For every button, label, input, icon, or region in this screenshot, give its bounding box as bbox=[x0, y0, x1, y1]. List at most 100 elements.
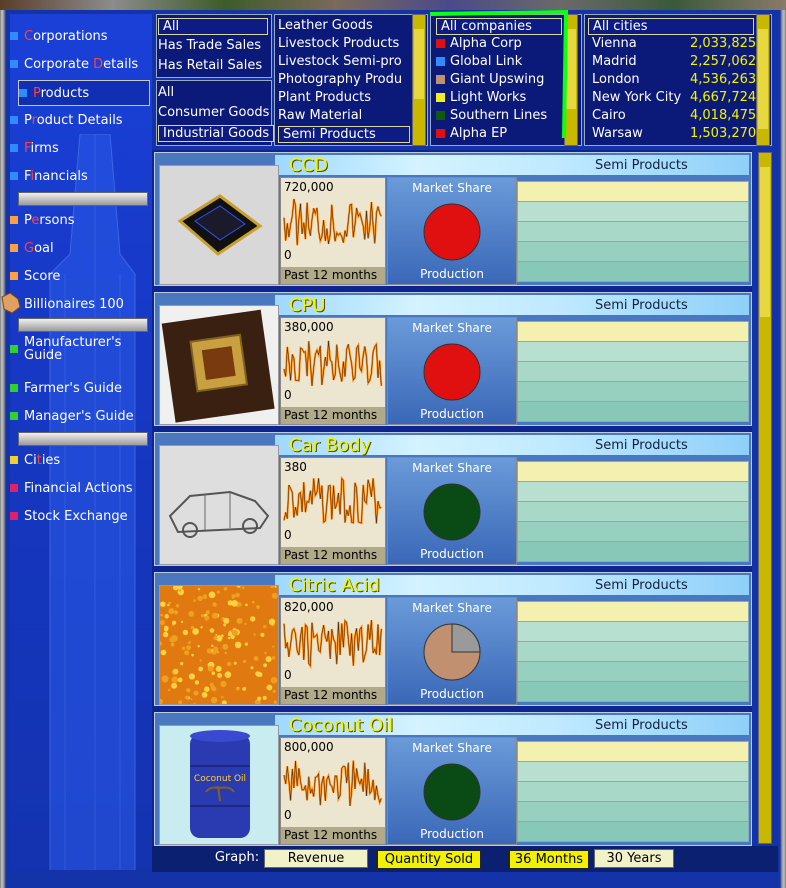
sidebar-item-label: Firms bbox=[24, 140, 59, 156]
product-name[interactable]: CPU bbox=[289, 295, 326, 316]
product-detail-rows bbox=[517, 601, 749, 703]
market-share-pie bbox=[423, 623, 481, 681]
sidebar-item-firms[interactable]: Firms bbox=[10, 136, 146, 160]
quantity-sold-button[interactable]: Quantity Sold bbox=[376, 849, 482, 870]
city-population[interactable]: 4,667,724 bbox=[690, 90, 756, 105]
city-name[interactable]: Madrid bbox=[592, 54, 637, 69]
city-population[interactable]: 4,536,263 bbox=[690, 72, 756, 87]
sidebar-item-label: Corporate Details bbox=[24, 56, 139, 72]
sidebar-item-score[interactable]: Score bbox=[10, 264, 146, 288]
goods-filter-option[interactable]: All bbox=[158, 85, 174, 100]
sidebar-item-label: Product Details bbox=[24, 112, 123, 128]
bullet-icon bbox=[10, 456, 18, 464]
product-image[interactable]: Coconut Oil bbox=[159, 725, 279, 845]
sales-filter-option[interactable]: All bbox=[158, 18, 268, 35]
sidebar-item-financials[interactable]: Financials bbox=[10, 164, 146, 188]
product-category: Semi Products bbox=[595, 718, 688, 733]
category-filter-option[interactable]: Leather Goods bbox=[278, 18, 373, 33]
36-months-button[interactable]: 36 Months bbox=[508, 849, 590, 870]
city-name[interactable]: Warsaw bbox=[592, 126, 643, 141]
production-label: Production bbox=[420, 827, 484, 841]
product-card[interactable]: CCD Semi Products 720,000 0 Past 12 mont… bbox=[154, 152, 752, 286]
city-name[interactable]: New York City bbox=[592, 90, 681, 105]
city-population[interactable]: 2,033,825 bbox=[690, 36, 756, 51]
sidebar-item-financial-actions[interactable]: Financial Actions bbox=[10, 476, 146, 500]
product-card[interactable]: Car Body Semi Products 380 0 Past 12 mon… bbox=[154, 432, 752, 566]
city-name[interactable]: London bbox=[592, 72, 640, 87]
product-name[interactable]: Car Body bbox=[289, 435, 371, 456]
sidebar-item-billionaires-100[interactable]: Billionaires 100 bbox=[10, 292, 146, 316]
sales-chart: 820,000 0 Past 12 months bbox=[280, 597, 386, 705]
bullet-icon bbox=[10, 384, 18, 392]
product-card[interactable]: CPU Semi Products 380,000 0 Past 12 mont… bbox=[154, 292, 752, 426]
product-category: Semi Products bbox=[595, 438, 688, 453]
product-category: Semi Products bbox=[595, 158, 688, 173]
sidebar-item-persons[interactable]: Persons bbox=[10, 208, 146, 232]
product-name[interactable]: Citric Acid bbox=[289, 575, 380, 596]
market-share-label: Market Share bbox=[412, 741, 492, 755]
city-population[interactable]: 2,257,062 bbox=[690, 54, 756, 69]
revenue-button[interactable]: Revenue bbox=[264, 849, 368, 868]
bullet-icon bbox=[10, 345, 18, 353]
product-detail-rows bbox=[517, 321, 749, 423]
city-population[interactable]: 1,503,270 bbox=[690, 126, 756, 141]
green-highlight-annotation bbox=[429, 9, 569, 139]
sidebar-item-farmers-guide[interactable]: Farmer's Guide bbox=[10, 376, 146, 400]
sidebar-item-goal[interactable]: Goal bbox=[10, 236, 146, 260]
sidebar-item-cities[interactable]: Cities bbox=[10, 448, 146, 472]
category-filter-option[interactable]: Raw Material bbox=[278, 108, 362, 123]
30-years-button[interactable]: 30 Years bbox=[594, 849, 674, 868]
product-list-scrollbar[interactable] bbox=[758, 152, 772, 844]
sidebar-item-label: Financial Actions bbox=[24, 480, 133, 496]
product-image[interactable] bbox=[159, 165, 279, 285]
hand-cursor-icon bbox=[1, 292, 21, 314]
graph-options-bar: Graph: Revenue Quantity Sold 36 Months 3… bbox=[152, 846, 778, 872]
product-name[interactable]: Coconut Oil bbox=[289, 715, 393, 736]
market-share-panel: Market Share Production bbox=[387, 317, 517, 425]
goods-filter-option[interactable]: Industrial Goods bbox=[158, 125, 275, 142]
sidebar-item-manufacturers-guide[interactable]: Manufacturer's Guide bbox=[10, 334, 146, 364]
sidebar-item-label: Corporations bbox=[24, 28, 108, 44]
product-image[interactable] bbox=[159, 585, 279, 705]
category-filter-option[interactable]: Semi Products bbox=[278, 126, 410, 143]
product-category: Semi Products bbox=[595, 298, 688, 313]
sidebar-item-corporations[interactable]: Corporations bbox=[10, 24, 146, 48]
sidebar-item-managers-guide[interactable]: Manager's Guide bbox=[10, 404, 146, 428]
sidebar-item-corporate-details[interactable]: Corporate Details bbox=[10, 52, 146, 76]
sidebar-item-products[interactable]: Products bbox=[18, 80, 150, 106]
product-detail-rows bbox=[517, 461, 749, 563]
sidebar-item-label: Score bbox=[24, 268, 61, 284]
market-share-panel: Market Share Production bbox=[387, 177, 517, 285]
sales-chart: 720,000 0 Past 12 months bbox=[280, 177, 386, 285]
city-name[interactable]: Cairo bbox=[592, 108, 626, 123]
sales-filter-option[interactable]: Has Trade Sales bbox=[158, 38, 261, 53]
sidebar-item-stock-exchange[interactable]: Stock Exchange bbox=[10, 504, 146, 528]
car-body-image bbox=[160, 446, 278, 564]
bullet-icon bbox=[19, 89, 27, 97]
sidebar-item-product-details[interactable]: Product Details bbox=[10, 108, 146, 132]
city-scrollbar[interactable] bbox=[756, 14, 770, 146]
sidebar-separator bbox=[18, 192, 148, 206]
ccd-chip-image bbox=[160, 166, 278, 284]
sidebar-item-label: Manufacturer's Guide bbox=[24, 335, 122, 363]
market-share-pie bbox=[423, 763, 481, 821]
product-image[interactable] bbox=[159, 305, 279, 425]
city-filter-all[interactable]: All cities bbox=[588, 18, 754, 35]
category-filter-option[interactable]: Livestock Products bbox=[278, 36, 399, 51]
product-card[interactable]: Citric Acid Semi Products 820,000 0 Past… bbox=[154, 572, 752, 706]
city-name[interactable]: Vienna bbox=[592, 36, 637, 51]
sales-filter-option[interactable]: Has Retail Sales bbox=[158, 58, 262, 73]
city-population[interactable]: 4,018,475 bbox=[690, 108, 756, 123]
product-image[interactable] bbox=[159, 445, 279, 565]
product-card[interactable]: Coconut Oil Semi Products Coconut Oil 80… bbox=[154, 712, 752, 846]
goods-filter-option[interactable]: Consumer Goods bbox=[158, 105, 269, 120]
graph-label: Graph: bbox=[214, 850, 260, 865]
category-filter-option[interactable]: Plant Products bbox=[278, 90, 371, 105]
sidebar-item-label: Cities bbox=[24, 452, 61, 468]
category-filter-option[interactable]: Livestock Semi-pro bbox=[278, 54, 402, 69]
coconut-oil-barrel-image: Coconut Oil bbox=[160, 726, 278, 844]
category-filter-option[interactable]: Photography Produ bbox=[278, 72, 402, 87]
sidebar-item-label: Stock Exchange bbox=[24, 508, 128, 524]
product-name[interactable]: CCD bbox=[289, 155, 328, 176]
sidebar-item-label: Financials bbox=[24, 168, 88, 184]
